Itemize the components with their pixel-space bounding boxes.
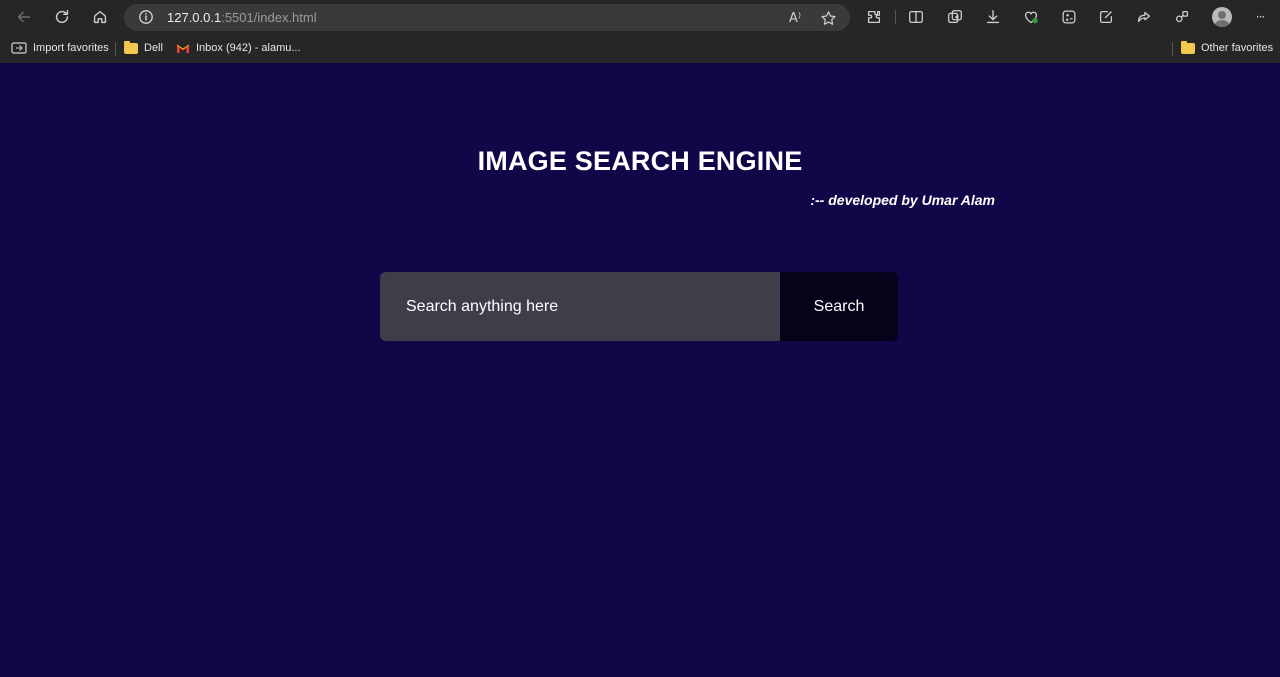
browser-toolbar: 127.0.0.1:5501/index.html A⁾ ···: [0, 0, 1280, 34]
browser-essentials-icon[interactable]: [1021, 7, 1041, 27]
search-input[interactable]: [380, 272, 780, 341]
split-screen-icon[interactable]: [906, 7, 926, 27]
avatar-head: [1218, 11, 1226, 19]
favorite-star-icon[interactable]: [819, 9, 837, 27]
share-icon[interactable]: [1134, 7, 1154, 27]
math-solver-icon[interactable]: [1059, 7, 1079, 27]
more-menu-icon[interactable]: ···: [1250, 7, 1270, 27]
bookmark-inbox[interactable]: Inbox (942) - alamu...: [176, 39, 301, 57]
collections-icon[interactable]: [945, 7, 965, 27]
search-button[interactable]: Search: [780, 272, 898, 341]
developer-credit: :-- developed by Umar Alam: [810, 192, 995, 208]
bookmark-label: Other favorites: [1201, 42, 1274, 54]
page-content: IMAGE SEARCH ENGINE :-- developed by Uma…: [0, 63, 1280, 677]
bookmark-label: Inbox (942) - alamu...: [196, 42, 301, 54]
url-path: :5501/index.html: [221, 10, 317, 25]
profile-avatar[interactable]: [1212, 7, 1232, 27]
url-text[interactable]: 127.0.0.1:5501/index.html: [167, 10, 317, 25]
browser-chrome: 127.0.0.1:5501/index.html A⁾ ··· Import …: [0, 0, 1280, 64]
refresh-icon[interactable]: [52, 7, 72, 27]
bookmark-dell[interactable]: Dell: [124, 39, 163, 57]
address-bar[interactable]: 127.0.0.1:5501/index.html A⁾: [124, 4, 850, 31]
downloads-icon[interactable]: [983, 7, 1003, 27]
bookmark-other-favorites[interactable]: Other favorites: [1181, 39, 1273, 57]
bookmark-import-favorites[interactable]: Import favorites: [11, 39, 109, 57]
bookmarks-bar: Import favorites Dell Inbox (942) - alam…: [0, 34, 1280, 62]
bookmark-label: Dell: [144, 42, 163, 54]
settings-sidebar-icon[interactable]: [1172, 7, 1192, 27]
url-host: 127.0.0.1: [167, 10, 222, 25]
page-title: IMAGE SEARCH ENGINE: [477, 146, 803, 176]
back-arrow-icon[interactable]: [14, 7, 34, 27]
import-favorites-icon: [11, 41, 27, 55]
read-aloud-icon[interactable]: A⁾: [786, 9, 804, 27]
web-capture-icon[interactable]: [1096, 7, 1116, 27]
site-info-icon[interactable]: [138, 9, 154, 25]
toolbar-divider: [895, 10, 896, 24]
bookmark-label: Import favorites: [33, 42, 109, 54]
search-form: Search: [380, 272, 898, 341]
bookmark-divider: [1172, 42, 1173, 56]
gmail-icon: [176, 43, 190, 54]
bookmark-divider: [115, 42, 116, 56]
folder-icon: [124, 40, 138, 54]
extensions-icon[interactable]: [864, 7, 884, 27]
avatar-body: [1215, 20, 1229, 27]
folder-icon: [1181, 40, 1195, 54]
home-icon[interactable]: [90, 7, 110, 27]
